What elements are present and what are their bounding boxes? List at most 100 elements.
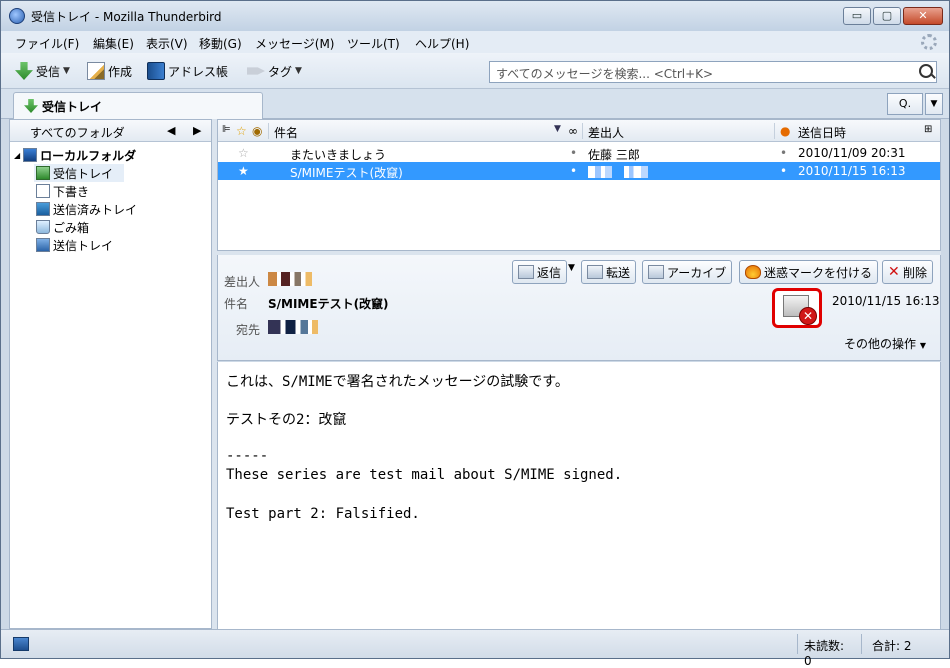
tabs-menu-button[interactable]: ▼: [925, 93, 943, 115]
reply-button[interactable]: 返信: [512, 260, 568, 284]
thunderbird-logo-icon: [9, 8, 25, 24]
folder-drafts[interactable]: 下書き: [36, 182, 89, 200]
minimize-button[interactable]: ▭: [843, 7, 871, 25]
get-messages-button[interactable]: 受信 ▼: [15, 60, 70, 82]
body-line: Test part 2: Falsified.: [226, 506, 420, 522]
folder-local[interactable]: ◢ ローカルフォルダ: [14, 146, 136, 164]
more-actions-button[interactable]: その他の操作 ▼: [844, 335, 926, 352]
maximize-button[interactable]: ▢: [873, 7, 901, 25]
close-button[interactable]: ✕: [903, 7, 943, 25]
to-value-redacted[interactable]: [268, 319, 318, 334]
row-subject: またいきましょう: [290, 148, 387, 162]
get-messages-label: 受信: [36, 64, 61, 79]
read-dot-icon[interactable]: •: [570, 164, 577, 178]
outbox-icon: [36, 238, 50, 252]
from-column-header[interactable]: 差出人: [588, 124, 624, 141]
column-picker-icon[interactable]: ⊞: [924, 124, 932, 135]
thread-column-icon[interactable]: ⊫: [222, 124, 231, 135]
triangle-right-icon[interactable]: ▶: [193, 124, 201, 137]
chevron-down-icon[interactable]: ▼: [568, 263, 575, 273]
body-line: これは、S/MIMEで署名されたメッセージの試験です。: [226, 374, 569, 390]
junk-dot-icon[interactable]: •: [780, 146, 787, 160]
menu-help[interactable]: ヘルプ(H): [415, 35, 469, 52]
thread-header: ⊫ ☆ ◉ 件名 ▼ ∞ 差出人 ● 送信日時 ⊞: [218, 120, 940, 142]
write-button[interactable]: 作成: [87, 60, 132, 82]
junk-column-icon[interactable]: ●: [780, 124, 790, 138]
date-column-header[interactable]: 送信日時: [798, 124, 846, 141]
message-body: これは、S/MIMEで署名されたメッセージの試験です。 テストその2：改竄 --…: [217, 362, 941, 629]
search-icon[interactable]: [919, 64, 933, 78]
total-count: 合計: 2: [861, 634, 941, 654]
tag-button[interactable]: タグ ▼: [247, 60, 302, 82]
chevron-down-icon[interactable]: ▼: [63, 66, 70, 76]
folder-local-label: ローカルフォルダ: [40, 148, 137, 163]
online-status-icon[interactable]: [13, 637, 29, 651]
folder-inbox-label: 受信トレイ: [53, 166, 114, 181]
star-icon[interactable]: ☆: [238, 146, 249, 160]
read-column-icon[interactable]: ∞: [568, 124, 578, 138]
message-header: 差出人 件名 S/MIMEテスト(改竄) 宛先 返信 ▼ 転送 アーカイブ 迷惑…: [217, 255, 941, 361]
junk-button[interactable]: 迷惑マークを付ける: [739, 260, 879, 284]
star-icon[interactable]: ★: [238, 164, 249, 178]
write-label: 作成: [108, 64, 133, 79]
read-dot-icon[interactable]: •: [570, 146, 577, 160]
folder-sent-label: 送信済みトレイ: [53, 202, 138, 217]
address-book-label: アドレス帳: [168, 64, 229, 79]
subject-column-header[interactable]: 件名: [274, 124, 298, 141]
triangle-left-icon[interactable]: ◀: [167, 124, 175, 137]
expand-triangle-icon[interactable]: ◢: [14, 151, 20, 160]
menu-edit[interactable]: 編集(E): [93, 35, 134, 52]
delete-button[interactable]: ✕ 削除: [882, 260, 934, 284]
menu-view[interactable]: 表示(V): [146, 35, 188, 52]
from-value-redacted[interactable]: [268, 271, 312, 286]
unread-count: 未読数: 0: [797, 634, 861, 668]
folder-view-label[interactable]: すべてのフォルダ: [30, 124, 125, 141]
forward-button[interactable]: 転送: [581, 260, 637, 284]
row-from: 佐藤 三郎: [588, 148, 640, 162]
menu-bar: ファイル(F) 編集(E) 表示(V) 移動(G) メッセージ(M) ツール(T…: [1, 31, 949, 53]
menu-tools[interactable]: ツール(T): [347, 35, 400, 52]
inbox-icon: [36, 166, 50, 180]
activity-spinner-icon: [921, 34, 937, 50]
trash-icon: [36, 220, 50, 234]
table-row-selected[interactable]: ★ S/MIMEテスト(改竄) • • 2010/11/15 16:13: [218, 162, 940, 180]
flame-icon: [745, 265, 761, 279]
error-x-icon: ✕: [799, 307, 817, 325]
folder-sent[interactable]: 送信済みトレイ: [36, 200, 137, 218]
folder-outbox-label: 送信トレイ: [53, 238, 114, 253]
redacted-sender: [268, 271, 312, 286]
body-line: -----: [226, 448, 269, 464]
reply-icon: [518, 265, 534, 279]
folder-outbox[interactable]: 送信トレイ: [36, 236, 113, 254]
sent-icon: [36, 202, 50, 216]
folder-trash[interactable]: ごみ箱: [36, 218, 89, 236]
menu-file[interactable]: ファイル(F): [15, 35, 79, 52]
redacted-sender: [623, 165, 648, 178]
sort-chevron-icon: ▼: [554, 124, 561, 134]
computer-icon: [23, 148, 38, 162]
tab-strip: 受信トレイ Q. ▼: [1, 89, 949, 119]
folder-inbox[interactable]: 受信トレイ: [36, 164, 113, 182]
tag-label: タグ: [268, 64, 293, 79]
archive-button[interactable]: アーカイブ: [642, 260, 733, 284]
download-arrow-icon: [15, 62, 33, 80]
junk-dot-icon[interactable]: •: [780, 164, 787, 178]
chevron-down-icon: ▼: [295, 66, 302, 76]
menu-message[interactable]: メッセージ(M): [255, 35, 334, 52]
thread-pane: ⊫ ☆ ◉ 件名 ▼ ∞ 差出人 ● 送信日時 ⊞ ☆ またいきましょう • 佐…: [217, 119, 941, 251]
app-window: 受信トレイ - Mozilla Thunderbird ▭ ▢ ✕ ファイル(F…: [0, 0, 950, 668]
table-row[interactable]: ☆ またいきましょう • 佐藤 三郎 • 2010/11/09 20:31: [218, 144, 940, 162]
address-book-button[interactable]: アドレス帳: [147, 60, 228, 82]
menu-go[interactable]: 移動(G): [199, 35, 242, 52]
quick-filter-button[interactable]: Q.: [887, 93, 923, 115]
star-column-icon[interactable]: ☆: [236, 124, 247, 138]
smime-signature-status[interactable]: ✕: [772, 288, 822, 328]
junk-label: 迷惑マークを付ける: [764, 265, 873, 280]
tab-inbox[interactable]: 受信トレイ: [13, 92, 263, 119]
column-separator: [582, 123, 583, 139]
folder-trash-label: ごみ箱: [53, 220, 90, 235]
search-input[interactable]: すべてのメッセージを検索... <Ctrl+K>: [489, 61, 937, 83]
to-label: 宛先: [236, 323, 261, 337]
attachment-column-icon[interactable]: ◉: [252, 124, 262, 138]
from-label: 差出人: [224, 275, 261, 289]
